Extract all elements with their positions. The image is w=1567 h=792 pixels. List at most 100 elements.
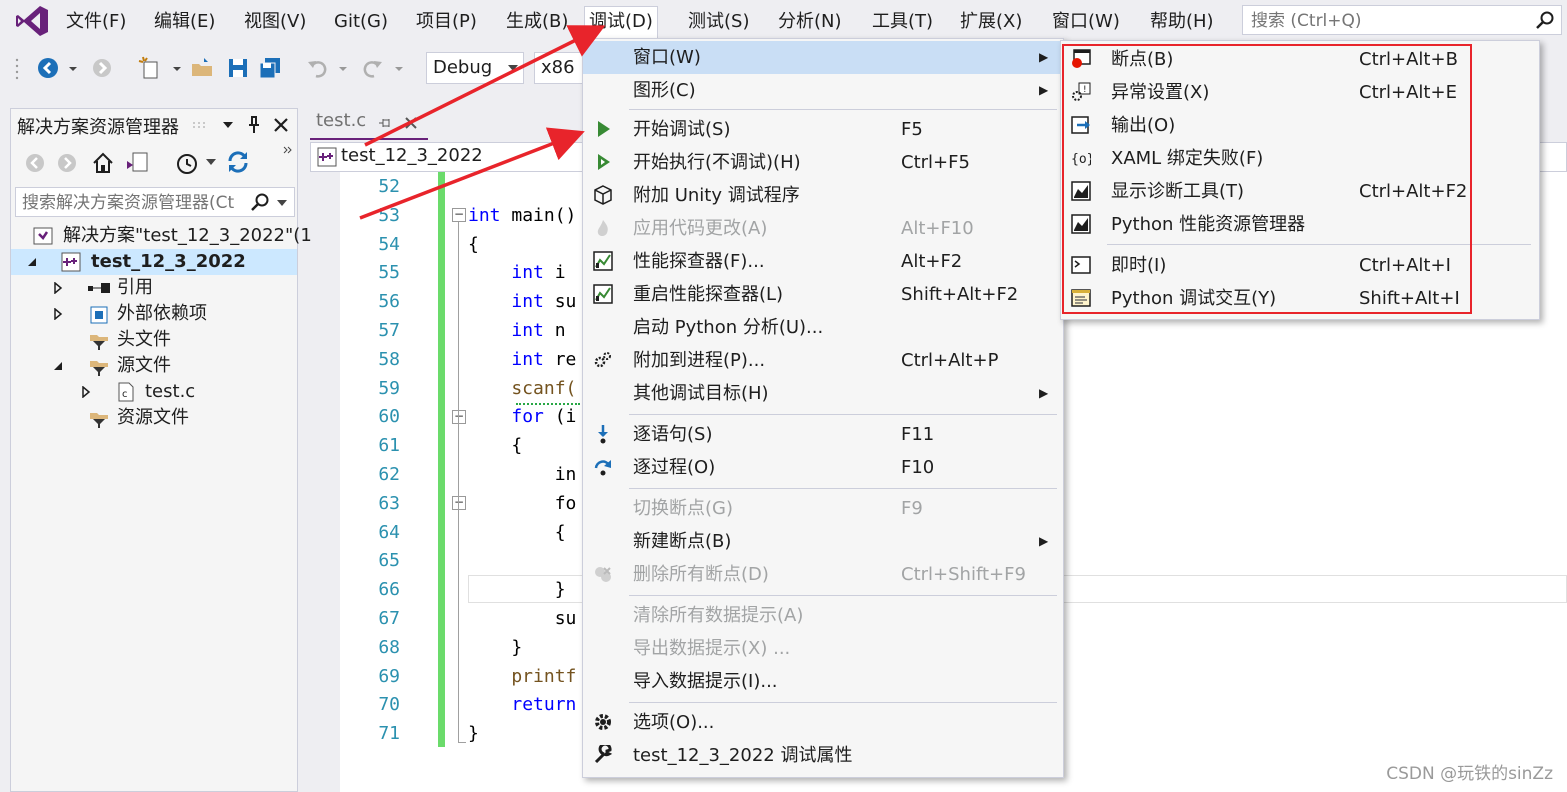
- navigate-forward-icon[interactable]: [90, 56, 114, 80]
- tree-project-node[interactable]: test_12_3_2022: [11, 249, 297, 275]
- tree-solution-node[interactable]: 解决方案"test_12_3_2022"(1: [11, 223, 312, 249]
- solution-platform-combo[interactable]: x86: [534, 52, 584, 84]
- new-item-icon[interactable]: [138, 56, 162, 80]
- debug-menu-item[interactable]: 图形(C) ▶: [583, 74, 1061, 107]
- line-number: 70: [378, 694, 400, 716]
- dropdown-arrow-icon[interactable]: [205, 157, 217, 167]
- menu-git[interactable]: Git(G): [330, 8, 392, 36]
- menu-item-label: 删除所有断点(D): [633, 564, 769, 585]
- menu-item-shortcut: Ctrl+Alt+P: [901, 350, 999, 371]
- line-number: 57: [378, 320, 400, 341]
- panel-menu-icon[interactable]: [221, 119, 235, 131]
- quick-search-box[interactable]: [1242, 5, 1562, 35]
- solution-icon: [33, 227, 53, 245]
- tree-file-node[interactable]: c test.c: [11, 379, 297, 405]
- wrench-icon: [594, 745, 613, 764]
- save-all-icon[interactable]: [258, 56, 282, 80]
- dropdown-arrow-icon[interactable]: [170, 56, 184, 80]
- window-submenu-item[interactable]: 显示诊断工具(T) Ctrl+Alt+F2: [1061, 175, 1537, 208]
- window-submenu-item[interactable]: ! 异常设置(X) Ctrl+Alt+E: [1061, 76, 1537, 109]
- search-icon: [1536, 11, 1554, 29]
- debug-menu-item[interactable]: 附加到进程(P)... Ctrl+Alt+P: [583, 344, 1061, 377]
- pin-icon[interactable]: [247, 115, 261, 135]
- navigate-back-icon[interactable]: [36, 56, 60, 80]
- debug-menu-item[interactable]: 其他调试目标(H) ▶: [583, 377, 1061, 410]
- undo-icon[interactable]: [306, 56, 330, 80]
- debug-menu-item[interactable]: 新建断点(B) ▶: [583, 525, 1061, 558]
- toolbar-grip-icon: [15, 58, 19, 80]
- debug-menu-item[interactable]: 导入数据提示(I)...: [583, 665, 1061, 698]
- menu-debug[interactable]: 调试(D): [584, 6, 658, 39]
- menu-help[interactable]: 帮助(H): [1146, 8, 1218, 36]
- debug-menu-item[interactable]: 窗口(W) ▶: [583, 41, 1061, 74]
- fold-toggle[interactable]: −: [452, 208, 466, 222]
- menu-window[interactable]: 窗口(W): [1048, 8, 1124, 36]
- debug-menu-item[interactable]: 启动 Python 分析(U)...: [583, 311, 1061, 344]
- fold-toggle[interactable]: −: [452, 410, 466, 424]
- submenu-arrow-icon: ▶: [1039, 534, 1049, 548]
- menu-project[interactable]: 项目(P): [412, 8, 481, 36]
- window-submenu-item[interactable]: Python 性能资源管理器: [1061, 208, 1537, 241]
- dropdown-arrow-icon[interactable]: [66, 56, 80, 80]
- fold-toggle[interactable]: −: [452, 496, 466, 510]
- save-icon[interactable]: [226, 56, 250, 80]
- debug-menu-item[interactable]: 重启性能探查器(L) Shift+Alt+F2: [583, 278, 1061, 311]
- debug-menu-item[interactable]: 选项(O)...: [583, 706, 1061, 739]
- open-folder-icon[interactable]: [190, 56, 214, 80]
- debug-menu-item[interactable]: 开始调试(S) F5: [583, 113, 1061, 146]
- solution-configuration-combo[interactable]: Debug: [426, 52, 524, 84]
- panel-grip-icon: [193, 122, 205, 128]
- tree-source-files-node[interactable]: 源文件: [11, 353, 297, 379]
- window-submenu-item[interactable]: 断点(B) Ctrl+Alt+B: [1061, 43, 1537, 76]
- switch-views-icon[interactable]: [125, 151, 149, 175]
- debug-menu-item[interactable]: 逐语句(S) F11: [583, 418, 1061, 451]
- menu-extensions[interactable]: 扩展(X): [956, 8, 1026, 36]
- window-submenu-item[interactable]: 输出(O): [1061, 109, 1537, 142]
- back-icon[interactable]: [25, 153, 45, 173]
- pending-changes-icon[interactable]: [175, 151, 199, 175]
- menu-tools[interactable]: 工具(T): [868, 8, 937, 36]
- dropdown-arrow-icon[interactable]: [336, 56, 350, 80]
- menu-analyze[interactable]: 分析(N): [774, 8, 846, 36]
- pin-icon[interactable]: [378, 116, 392, 130]
- debug-menu-item: 切换断点(G) F9: [583, 492, 1061, 525]
- tree-header-files-node[interactable]: 头文件: [11, 327, 297, 353]
- debug-menu-item[interactable]: test_12_3_2022 调试属性: [583, 739, 1061, 772]
- menu-view[interactable]: 视图(V): [240, 8, 310, 36]
- solution-search-input[interactable]: [20, 189, 260, 217]
- svg-text:c: c: [122, 389, 128, 400]
- menu-file[interactable]: 文件(F): [62, 8, 130, 36]
- window-submenu-item[interactable]: Python 调试交互(Y) Shift+Alt+I: [1061, 282, 1537, 315]
- squiggle-warning: [516, 400, 580, 405]
- home-icon[interactable]: [91, 151, 115, 175]
- menu-item-label: 性能探查器(F)...: [633, 251, 765, 272]
- redo-icon[interactable]: [360, 56, 384, 80]
- quick-search-input[interactable]: [1249, 7, 1523, 35]
- menu-separator: [629, 702, 1057, 703]
- tree-references-node[interactable]: 引用: [11, 275, 297, 301]
- code-line: int n: [511, 320, 566, 341]
- menu-build[interactable]: 生成(B): [502, 8, 572, 36]
- window-submenu-item[interactable]: {o} XAML 绑定失败(F): [1061, 142, 1537, 175]
- debug-menu-item[interactable]: 开始执行(不调试)(H) Ctrl+F5: [583, 146, 1061, 179]
- menu-edit[interactable]: 编辑(E): [150, 8, 219, 36]
- overflow-chevron-icon[interactable]: [283, 145, 293, 155]
- debug-menu-item[interactable]: 性能探查器(F)... Alt+F2: [583, 245, 1061, 278]
- close-icon[interactable]: [273, 117, 289, 133]
- refresh-icon[interactable]: [225, 149, 251, 175]
- chevron-down-icon[interactable]: [276, 198, 288, 208]
- menu-item-shortcut: Shift+Alt+F2: [901, 284, 1019, 305]
- tab-test-c[interactable]: test.c: [310, 108, 428, 140]
- menu-item-label: Python 性能资源管理器: [1111, 214, 1306, 235]
- debug-menu-item: 清除所有数据提示(A): [583, 599, 1061, 632]
- debug-menu-item[interactable]: 附加 Unity 调试程序: [583, 179, 1061, 212]
- tree-external-deps-node[interactable]: 外部依赖项: [11, 301, 297, 327]
- solution-search-box[interactable]: [15, 187, 295, 217]
- close-icon[interactable]: [404, 116, 418, 130]
- forward-icon[interactable]: [57, 153, 77, 173]
- tree-resource-files-node[interactable]: 资源文件: [11, 405, 297, 431]
- menu-test[interactable]: 测试(S): [684, 8, 753, 36]
- window-submenu-item[interactable]: 即时(I) Ctrl+Alt+I: [1061, 249, 1537, 282]
- debug-menu-item[interactable]: 逐过程(O) F10: [583, 451, 1061, 484]
- dropdown-arrow-icon[interactable]: [392, 56, 406, 80]
